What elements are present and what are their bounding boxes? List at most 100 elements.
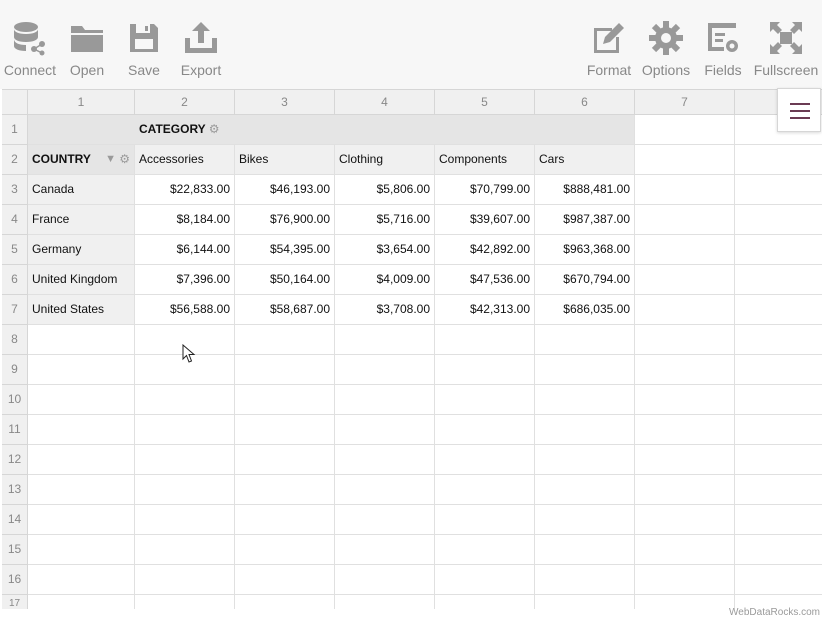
- category-header-accessories[interactable]: Accessories: [135, 145, 235, 175]
- open-button[interactable]: Open: [64, 14, 110, 80]
- value-cell[interactable]: $54,395.00: [235, 235, 335, 265]
- empty-cell[interactable]: [635, 415, 735, 445]
- grid-menu-button[interactable]: [777, 88, 821, 132]
- empty-cell[interactable]: [535, 475, 635, 505]
- empty-cell[interactable]: [535, 355, 635, 385]
- empty-cell[interactable]: [435, 445, 535, 475]
- empty-cell[interactable]: [335, 385, 435, 415]
- row-header[interactable]: 7: [2, 295, 28, 325]
- connect-button[interactable]: Connect: [2, 14, 58, 80]
- empty-cell[interactable]: [635, 535, 735, 565]
- empty-cell[interactable]: [135, 565, 235, 595]
- empty-cell[interactable]: [135, 505, 235, 535]
- empty-cell[interactable]: [535, 595, 635, 609]
- value-cell[interactable]: $4,009.00: [335, 265, 435, 295]
- empty-cell[interactable]: [435, 505, 535, 535]
- empty-cell[interactable]: [535, 385, 635, 415]
- row-member-united-states[interactable]: United States: [28, 295, 135, 325]
- row-header[interactable]: 9: [2, 355, 28, 385]
- empty-cell[interactable]: [635, 115, 735, 145]
- value-cell[interactable]: $56,588.00: [135, 295, 235, 325]
- column-header[interactable]: 7: [635, 90, 735, 115]
- empty-cell[interactable]: [235, 415, 335, 445]
- value-cell[interactable]: $8,184.00: [135, 205, 235, 235]
- empty-cell[interactable]: [635, 355, 735, 385]
- row-member-france[interactable]: France: [28, 205, 135, 235]
- empty-cell[interactable]: [735, 565, 822, 595]
- fields-button[interactable]: Fields: [700, 14, 746, 80]
- value-cell[interactable]: $42,892.00: [435, 235, 535, 265]
- export-button[interactable]: Export: [176, 14, 226, 80]
- empty-cell[interactable]: [735, 535, 822, 565]
- row-header[interactable]: 2: [2, 145, 28, 175]
- empty-cell[interactable]: [635, 205, 735, 235]
- row-header[interactable]: 6: [2, 265, 28, 295]
- empty-cell[interactable]: [28, 535, 135, 565]
- value-cell[interactable]: $963,368.00: [535, 235, 635, 265]
- empty-cell[interactable]: [735, 385, 822, 415]
- empty-cell[interactable]: [28, 505, 135, 535]
- gear-icon[interactable]: ⚙: [209, 122, 220, 136]
- column-header[interactable]: 6: [535, 90, 635, 115]
- row-header[interactable]: 16: [2, 565, 28, 595]
- row-field-header[interactable]: COUNTRY ▼ ⚙: [28, 145, 135, 175]
- empty-cell[interactable]: [635, 265, 735, 295]
- empty-cell[interactable]: [28, 385, 135, 415]
- empty-cell[interactable]: [535, 445, 635, 475]
- empty-cell[interactable]: [235, 445, 335, 475]
- empty-cell[interactable]: [335, 565, 435, 595]
- empty-cell[interactable]: [735, 145, 822, 175]
- empty-cell[interactable]: [28, 325, 135, 355]
- empty-cell[interactable]: [28, 415, 135, 445]
- empty-cell[interactable]: [735, 235, 822, 265]
- value-cell[interactable]: $50,164.00: [235, 265, 335, 295]
- value-cell[interactable]: $888,481.00: [535, 175, 635, 205]
- empty-cell[interactable]: [435, 565, 535, 595]
- empty-cell[interactable]: [335, 355, 435, 385]
- value-cell[interactable]: $6,144.00: [135, 235, 235, 265]
- empty-cell[interactable]: [435, 595, 535, 609]
- format-button[interactable]: Format: [584, 14, 634, 80]
- empty-cell[interactable]: [435, 475, 535, 505]
- column-header[interactable]: 5: [435, 90, 535, 115]
- value-cell[interactable]: $3,708.00: [335, 295, 435, 325]
- empty-cell[interactable]: [635, 325, 735, 355]
- value-cell[interactable]: $670,794.00: [535, 265, 635, 295]
- empty-cell[interactable]: [735, 445, 822, 475]
- value-cell[interactable]: $686,035.00: [535, 295, 635, 325]
- empty-cell[interactable]: [28, 595, 135, 609]
- empty-cell[interactable]: [235, 565, 335, 595]
- row-header[interactable]: 12: [2, 445, 28, 475]
- row-member-canada[interactable]: Canada: [28, 175, 135, 205]
- column-header[interactable]: 3: [235, 90, 335, 115]
- empty-cell[interactable]: [28, 565, 135, 595]
- category-header-bikes[interactable]: Bikes: [235, 145, 335, 175]
- value-cell[interactable]: $7,396.00: [135, 265, 235, 295]
- column-header[interactable]: 4: [335, 90, 435, 115]
- value-cell[interactable]: $987,387.00: [535, 205, 635, 235]
- empty-cell[interactable]: [235, 505, 335, 535]
- value-cell[interactable]: $46,193.00: [235, 175, 335, 205]
- category-header-clothing[interactable]: Clothing: [335, 145, 435, 175]
- empty-cell[interactable]: [735, 175, 822, 205]
- empty-cell[interactable]: [735, 325, 822, 355]
- value-cell[interactable]: $39,607.00: [435, 205, 535, 235]
- row-member-germany[interactable]: Germany: [28, 235, 135, 265]
- empty-cell[interactable]: [635, 505, 735, 535]
- empty-cell[interactable]: [435, 355, 535, 385]
- empty-cell[interactable]: [335, 325, 435, 355]
- category-header-cars[interactable]: Cars: [535, 145, 635, 175]
- empty-cell[interactable]: [335, 445, 435, 475]
- empty-cell[interactable]: [135, 595, 235, 609]
- value-cell[interactable]: $5,716.00: [335, 205, 435, 235]
- empty-cell[interactable]: [635, 565, 735, 595]
- gear-icon[interactable]: ⚙: [119, 145, 130, 174]
- empty-cell[interactable]: [635, 175, 735, 205]
- row-header[interactable]: 3: [2, 175, 28, 205]
- empty-cell[interactable]: [535, 325, 635, 355]
- empty-cell[interactable]: [735, 355, 822, 385]
- empty-cell[interactable]: [535, 505, 635, 535]
- row-header[interactable]: 5: [2, 235, 28, 265]
- category-header-components[interactable]: Components: [435, 145, 535, 175]
- empty-cell[interactable]: [135, 445, 235, 475]
